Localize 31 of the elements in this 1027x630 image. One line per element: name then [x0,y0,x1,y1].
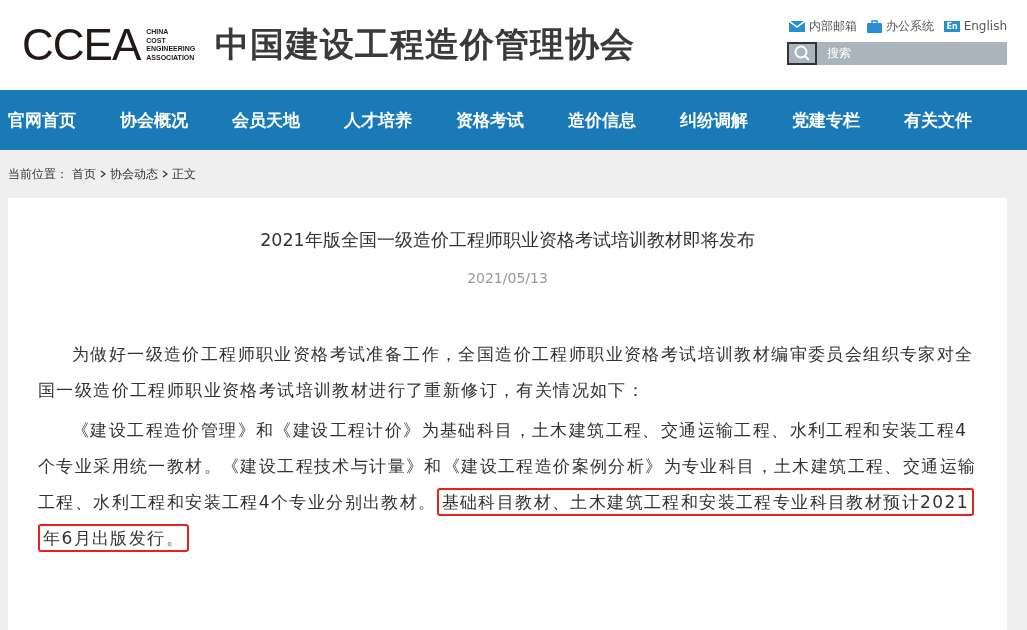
chevron-icon [162,170,168,178]
logo-mark: CCEA [22,23,141,67]
nav-item[interactable]: 造价信息 [568,108,680,132]
article-title: 2021年版全国一级造价工程师职业资格考试培训教材即将发布 [259,229,756,252]
top-link[interactable]: 办公系统 [867,17,935,35]
nav-item[interactable]: 协会概况 [120,108,232,132]
search-icon [794,45,810,61]
mail-icon [789,20,806,32]
nav-item[interactable]: 官网首页 [8,108,120,132]
nav-item[interactable]: 纠纷调解 [680,108,792,132]
nav-item[interactable]: 资格考试 [456,108,568,132]
language-badge: En [944,20,960,32]
article-paragraph: 为做好一级造价工程师职业资格考试准备工作，全国造价工程师职业资格考试培训教材编审委员会组织专家对全国一级造价工程师职业资格考试培训教材进行了重新修订，有关情况如下： [38,343,975,402]
site-title: 中国建设工程造价管理协会 [215,23,636,66]
breadcrumb-label: 当前位置： [8,165,68,183]
breadcrumb-link[interactable]: 协会动态 [110,165,158,183]
breadcrumb-current: 正文 [172,165,196,183]
top-link[interactable]: En English [944,17,1007,35]
briefcase-icon [867,19,883,33]
search-input[interactable]: 搜索 [817,45,999,61]
nav-item[interactable]: 有关文件 [904,108,1016,132]
nav-item[interactable]: 党建专栏 [792,108,904,132]
nav-item[interactable]: 人才培养 [344,108,456,132]
search-button[interactable] [787,41,817,65]
search-bar[interactable]: 搜索 [787,41,1007,65]
top-link[interactable]: 内部邮箱 [789,17,858,35]
article-paragraph: 《建设工程造价管理》和《建设工程计价》为基础科目，土木建筑工程、交通运输工程、水利工程和安装工程4个专业采用统一教材。《建设工程技术与计量》和《建设工程造价案例分析》为专业科目，土木建筑工程、交通运输工程、水利工程和安装工程4个专业分别出教材。 基础科目教材、土木建筑工程和安装工程专业科目教材预计2021年6月出版发行。 [38,412,977,556]
nav-item[interactable]: 会员天地 [232,108,344,132]
chevron-icon [100,170,106,178]
breadcrumb-link[interactable]: 首页 [72,165,96,183]
article-date: 2021/05/13 [466,270,549,286]
